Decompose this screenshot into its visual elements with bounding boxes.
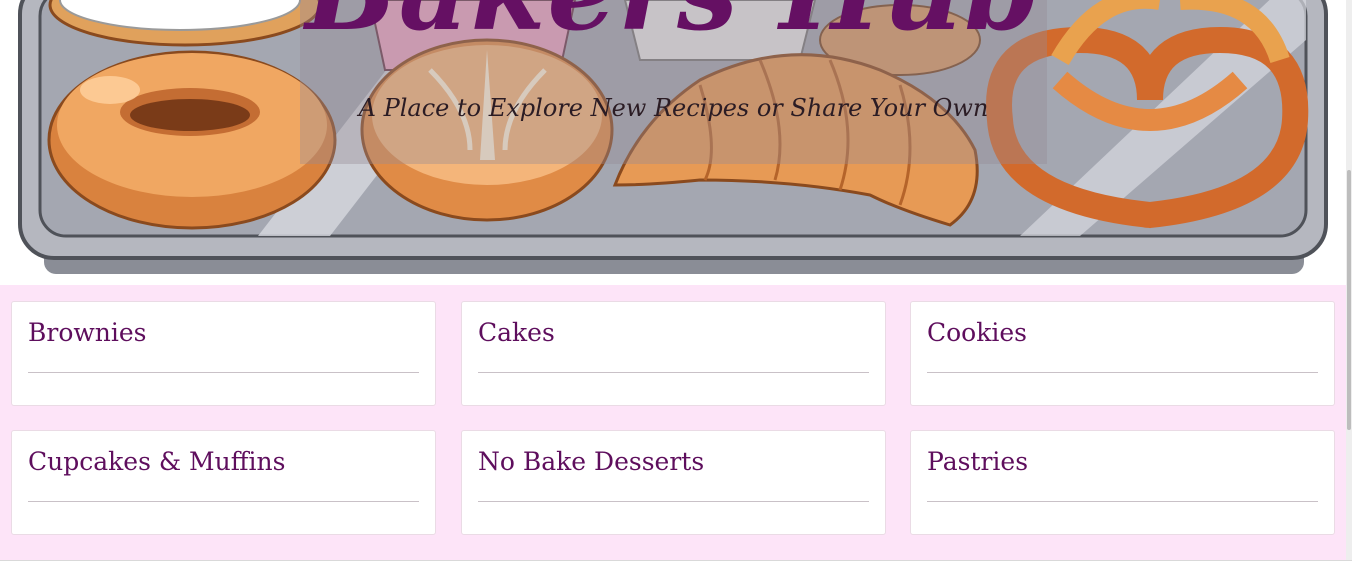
category-title[interactable]: Cookies: [927, 318, 1027, 347]
category-title[interactable]: Brownies: [28, 318, 147, 347]
divider: [28, 501, 419, 502]
scrollbar-thumb[interactable]: [1347, 170, 1351, 430]
divider: [28, 372, 419, 373]
divider: [927, 372, 1318, 373]
category-card-pastries[interactable]: Pastries: [910, 430, 1335, 535]
category-card-no-bake-desserts[interactable]: No Bake Desserts: [461, 430, 886, 535]
category-title[interactable]: Pastries: [927, 447, 1028, 476]
category-card-cakes[interactable]: Cakes: [461, 301, 886, 406]
category-title[interactable]: Cupcakes & Muffins: [28, 447, 285, 476]
category-card-cupcakes-muffins[interactable]: Cupcakes & Muffins: [11, 430, 436, 535]
site-tagline: A Place to Explore New Recipes or Share …: [358, 94, 989, 122]
divider: [927, 501, 1318, 502]
divider: [478, 501, 869, 502]
divider: [478, 372, 869, 373]
category-card-cookies[interactable]: Cookies: [910, 301, 1335, 406]
page-scrollbar[interactable]: [1346, 0, 1352, 561]
category-title[interactable]: Cakes: [478, 318, 555, 347]
category-title[interactable]: No Bake Desserts: [478, 447, 704, 476]
category-card-brownies[interactable]: Brownies: [11, 301, 436, 406]
category-grid: Brownies Cakes Cookies Cupcakes & Muffin…: [0, 285, 1352, 561]
bagel-icon: [47, 50, 337, 230]
site-title: Bakers Hub: [300, 0, 1047, 46]
hero-banner: Bakers Hub A Place to Explore New Recipe…: [0, 0, 1352, 285]
